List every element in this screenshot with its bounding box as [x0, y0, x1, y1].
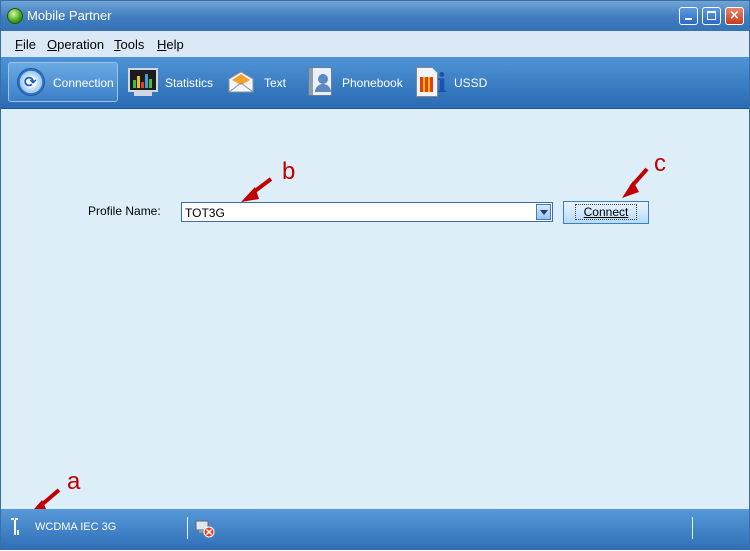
status-bar: WCDMA IEC 3G — [1, 509, 749, 549]
arrow-b-icon — [241, 177, 273, 202]
annotation-label-a: a — [67, 468, 81, 495]
app-window: Mobile Partner × File Operation Tools He… — [0, 0, 750, 550]
annotation-label-b: b — [282, 158, 296, 185]
signal-antenna-icon — [11, 518, 19, 535]
annotation-arrows — [28, 167, 649, 516]
status-separator-right — [692, 517, 693, 539]
arrow-c-icon — [622, 167, 649, 198]
annotation-label-c: c — [654, 150, 666, 177]
network-status-text: WCDMA IEC 3G — [35, 521, 117, 533]
disconnected-network-icon[interactable] — [195, 520, 215, 538]
status-separator — [187, 517, 188, 539]
